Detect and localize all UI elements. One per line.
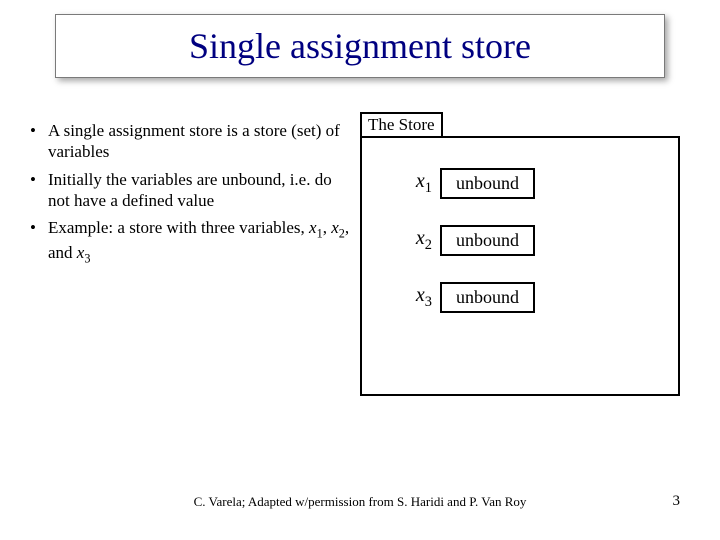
bullet-marker: • [30, 169, 48, 212]
store-label: The Store [360, 112, 443, 138]
bullet-list: • A single assignment store is a store (… [30, 120, 350, 272]
variable-row: x3 unbound [380, 282, 660, 313]
footer-credit: C. Varela; Adapted w/permission from S. … [0, 494, 720, 510]
store-box: x1 unbound x2 unbound x3 unbound [360, 136, 680, 396]
content-area: • A single assignment store is a store (… [30, 120, 690, 272]
variable-value-box: unbound [440, 282, 535, 313]
variable-value-box: unbound [440, 225, 535, 256]
bullet-item: • A single assignment store is a store (… [30, 120, 350, 163]
bullet-text: Initially the variables are unbound, i.e… [48, 169, 350, 212]
variable-row: x2 unbound [380, 225, 660, 256]
bullet-text-prefix: Example: a store with three variables, [48, 218, 309, 237]
variable-name: x1 [380, 170, 440, 197]
bullet-text: Example: a store with three variables, x… [48, 217, 350, 266]
page-number: 3 [673, 493, 681, 510]
bullet-item: • Example: a store with three variables,… [30, 217, 350, 266]
variable-name: x3 [380, 284, 440, 311]
bullet-marker: • [30, 217, 48, 266]
var-x2-sub: 2 [339, 226, 345, 240]
var-x1: x [309, 218, 317, 237]
var-x1-sub: 1 [317, 226, 323, 240]
diagram-area: The Store x1 unbound x2 unbound x3 unbou… [350, 120, 690, 272]
variable-value-box: unbound [440, 168, 535, 199]
slide-title: Single assignment store [189, 25, 531, 67]
bullet-text: A single assignment store is a store (se… [48, 120, 350, 163]
var-x3-sub: 3 [84, 251, 90, 265]
bullet-item: • Initially the variables are unbound, i… [30, 169, 350, 212]
title-container: Single assignment store [55, 14, 665, 78]
variable-name: x2 [380, 227, 440, 254]
bullet-marker: • [30, 120, 48, 163]
var-x2: x [331, 218, 339, 237]
slide: Single assignment store • A single assig… [0, 0, 720, 540]
variable-row: x1 unbound [380, 168, 660, 199]
